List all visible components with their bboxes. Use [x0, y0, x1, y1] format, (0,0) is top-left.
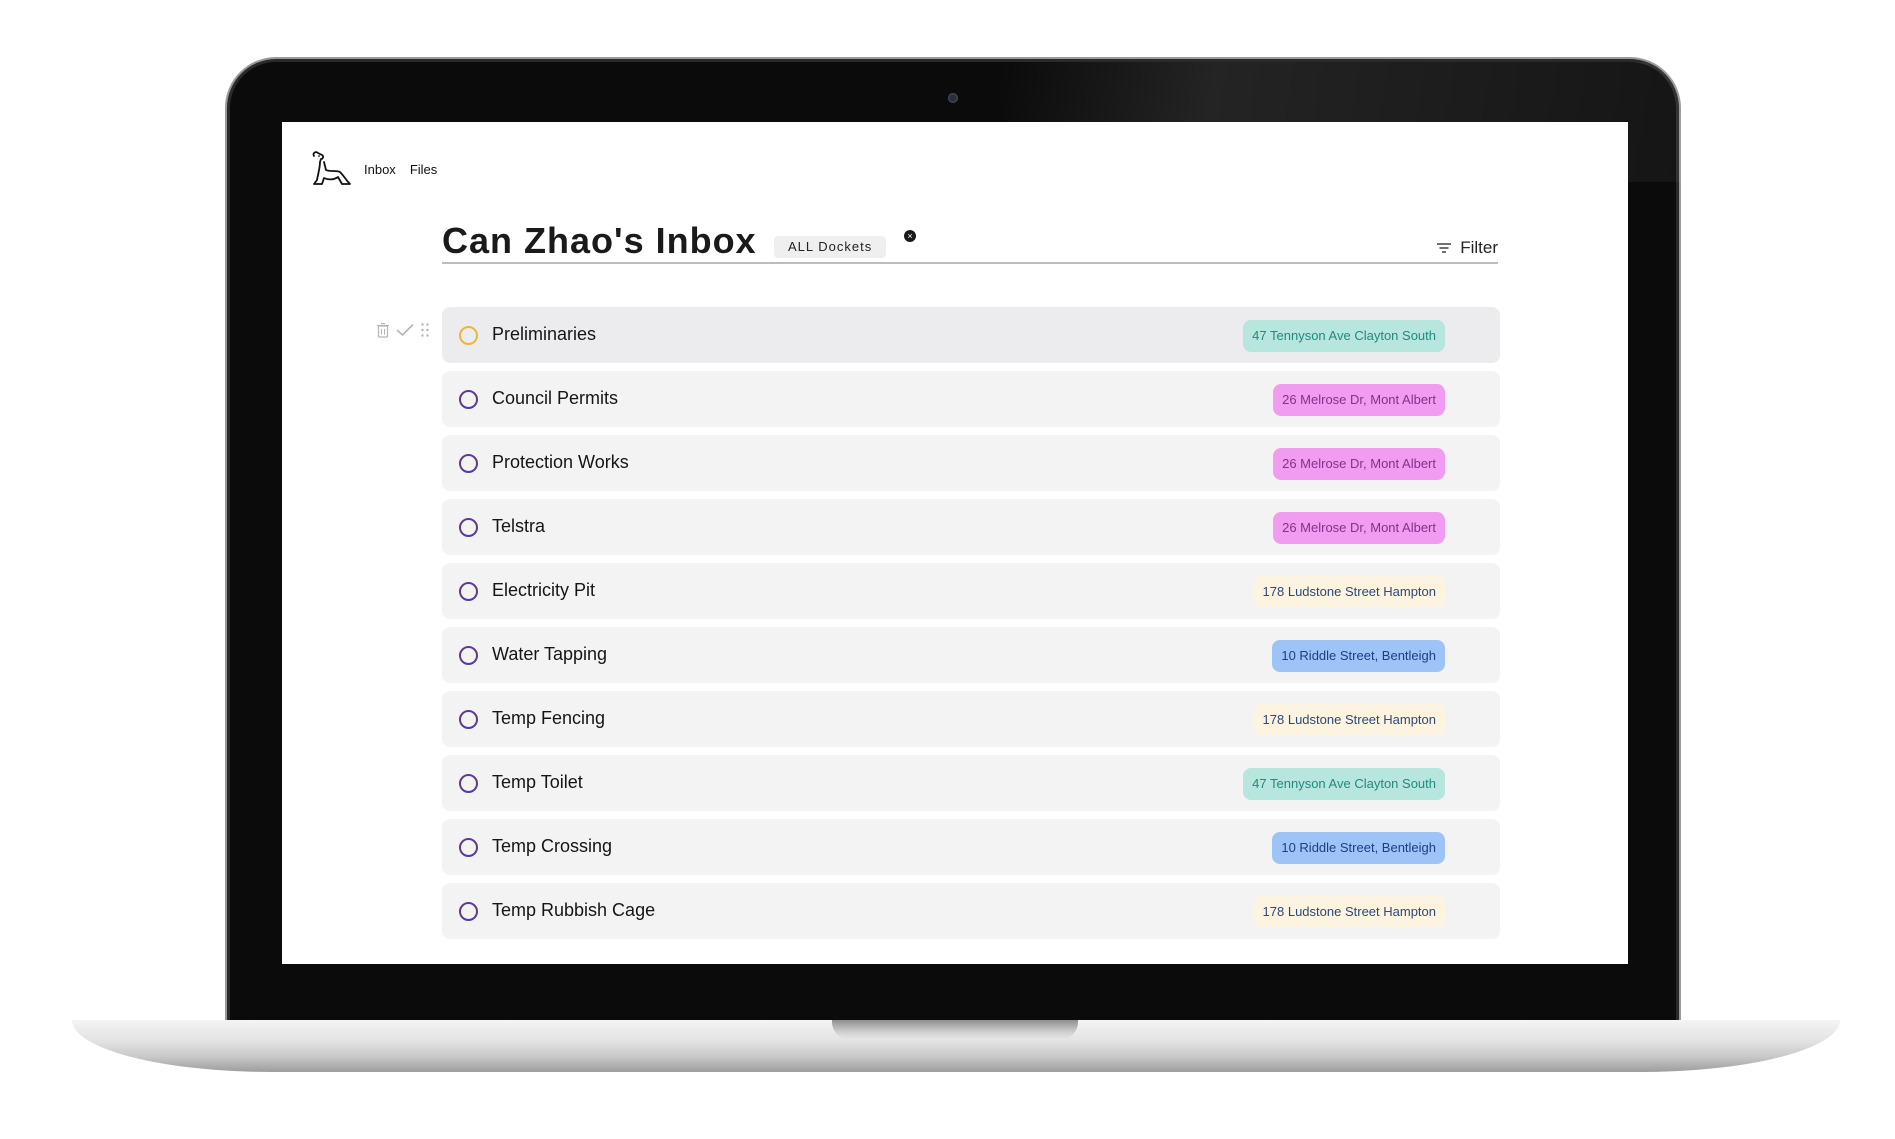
docket-tag[interactable]: 178 Ludstone Street Hampton — [1253, 704, 1445, 736]
task-list: Preliminaries 47 Tennyson Ave Clayton Sou… — [442, 307, 1500, 947]
task-status-checkbox[interactable] — [459, 518, 478, 537]
docket-tag[interactable]: 26 Melrose Dr, Mont Albert — [1273, 448, 1445, 480]
docket-tag[interactable]: 10 Riddle Street, Bentleigh — [1272, 640, 1445, 672]
app-screen: Inbox Files Can Zhao's Inbox ALL Dockets… — [282, 122, 1628, 964]
docket-tag[interactable]: 178 Ludstone Street Hampton — [1253, 576, 1445, 608]
task-row[interactable]: Preliminaries 47 Tennyson Ave Clayton Sou… — [442, 307, 1500, 363]
task-status-checkbox[interactable] — [459, 454, 478, 473]
filter-button[interactable]: Filter — [1436, 238, 1498, 258]
laptop-notch — [832, 1020, 1078, 1040]
inbox-header: Can Zhao's Inbox ALL Dockets × Filter — [442, 220, 1498, 264]
task-label: Temp Fencing — [492, 708, 606, 728]
docket-tag[interactable]: 47 Tennyson Ave Clayton South — [1243, 320, 1445, 352]
task-row[interactable]: Temp Toilet 47 Tennyson Ave Clayton South — [442, 755, 1500, 811]
task-label: Council Permits — [492, 388, 619, 408]
task-label: Temp Toilet — [492, 772, 583, 792]
docket-filter-chip[interactable]: ALL Dockets — [774, 236, 887, 258]
checkmark-icon[interactable] — [396, 323, 414, 342]
task-row[interactable]: Council Permits 26 Melrose Dr, Mont Alber… — [442, 371, 1500, 427]
docket-tag[interactable]: 178 Ludstone Street Hampton — [1253, 896, 1445, 928]
task-label: Telstra — [492, 516, 546, 536]
task-status-checkbox[interactable] — [459, 838, 478, 857]
task-row[interactable]: Temp Rubbish Cage 178 Ludstone Street Ham… — [442, 883, 1500, 939]
docket-tag[interactable]: 47 Tennyson Ave Clayton South — [1243, 768, 1445, 800]
dog-logo-icon[interactable] — [308, 150, 352, 188]
task-row[interactable]: Temp Fencing 178 Ludstone Street Hampton — [442, 691, 1500, 747]
task-status-checkbox[interactable] — [459, 646, 478, 665]
task-label: Electricity Pit — [492, 580, 596, 600]
task-row[interactable]: Electricity Pit 178 Ludstone Street Hampt… — [442, 563, 1500, 619]
task-row[interactable]: Water Tapping 10 Riddle Street, Bentleigh — [442, 627, 1500, 683]
nav-inbox-link[interactable]: Inbox — [364, 162, 396, 177]
trash-icon[interactable] — [376, 322, 390, 343]
docket-tag[interactable]: 26 Melrose Dr, Mont Albert — [1273, 512, 1445, 544]
task-label: Protection Works — [492, 452, 629, 472]
page-title: Can Zhao's Inbox — [442, 220, 757, 261]
top-nav: Inbox Files — [308, 150, 451, 188]
filter-icon — [1437, 243, 1452, 253]
task-status-checkbox[interactable] — [459, 326, 478, 345]
task-status-checkbox[interactable] — [459, 902, 478, 921]
task-row[interactable]: Protection Works 26 Melrose Dr, Mont Albe… — [442, 435, 1500, 491]
docket-tag[interactable]: 10 Riddle Street, Bentleigh — [1272, 832, 1445, 864]
task-status-checkbox[interactable] — [459, 390, 478, 409]
docket-tag[interactable]: 26 Melrose Dr, Mont Albert — [1273, 384, 1445, 416]
task-status-checkbox[interactable] — [459, 582, 478, 601]
task-status-checkbox[interactable] — [459, 774, 478, 793]
task-label: Temp Rubbish Cage — [492, 900, 656, 920]
nav-files-link[interactable]: Files — [410, 162, 437, 177]
filter-label: Filter — [1460, 238, 1498, 257]
task-label: Temp Crossing — [492, 836, 613, 856]
task-row[interactable]: Temp Crossing 10 Riddle Street, Bentleigh — [442, 819, 1500, 875]
drag-handle-icon[interactable] — [420, 322, 430, 343]
task-label: Water Tapping — [492, 644, 608, 664]
task-label: Preliminaries — [492, 324, 597, 344]
webcam-icon — [948, 93, 958, 103]
row-actions — [376, 322, 436, 343]
close-icon[interactable]: × — [904, 230, 916, 242]
task-status-checkbox[interactable] — [459, 710, 478, 729]
task-row[interactable]: Telstra 26 Melrose Dr, Mont Albert — [442, 499, 1500, 555]
